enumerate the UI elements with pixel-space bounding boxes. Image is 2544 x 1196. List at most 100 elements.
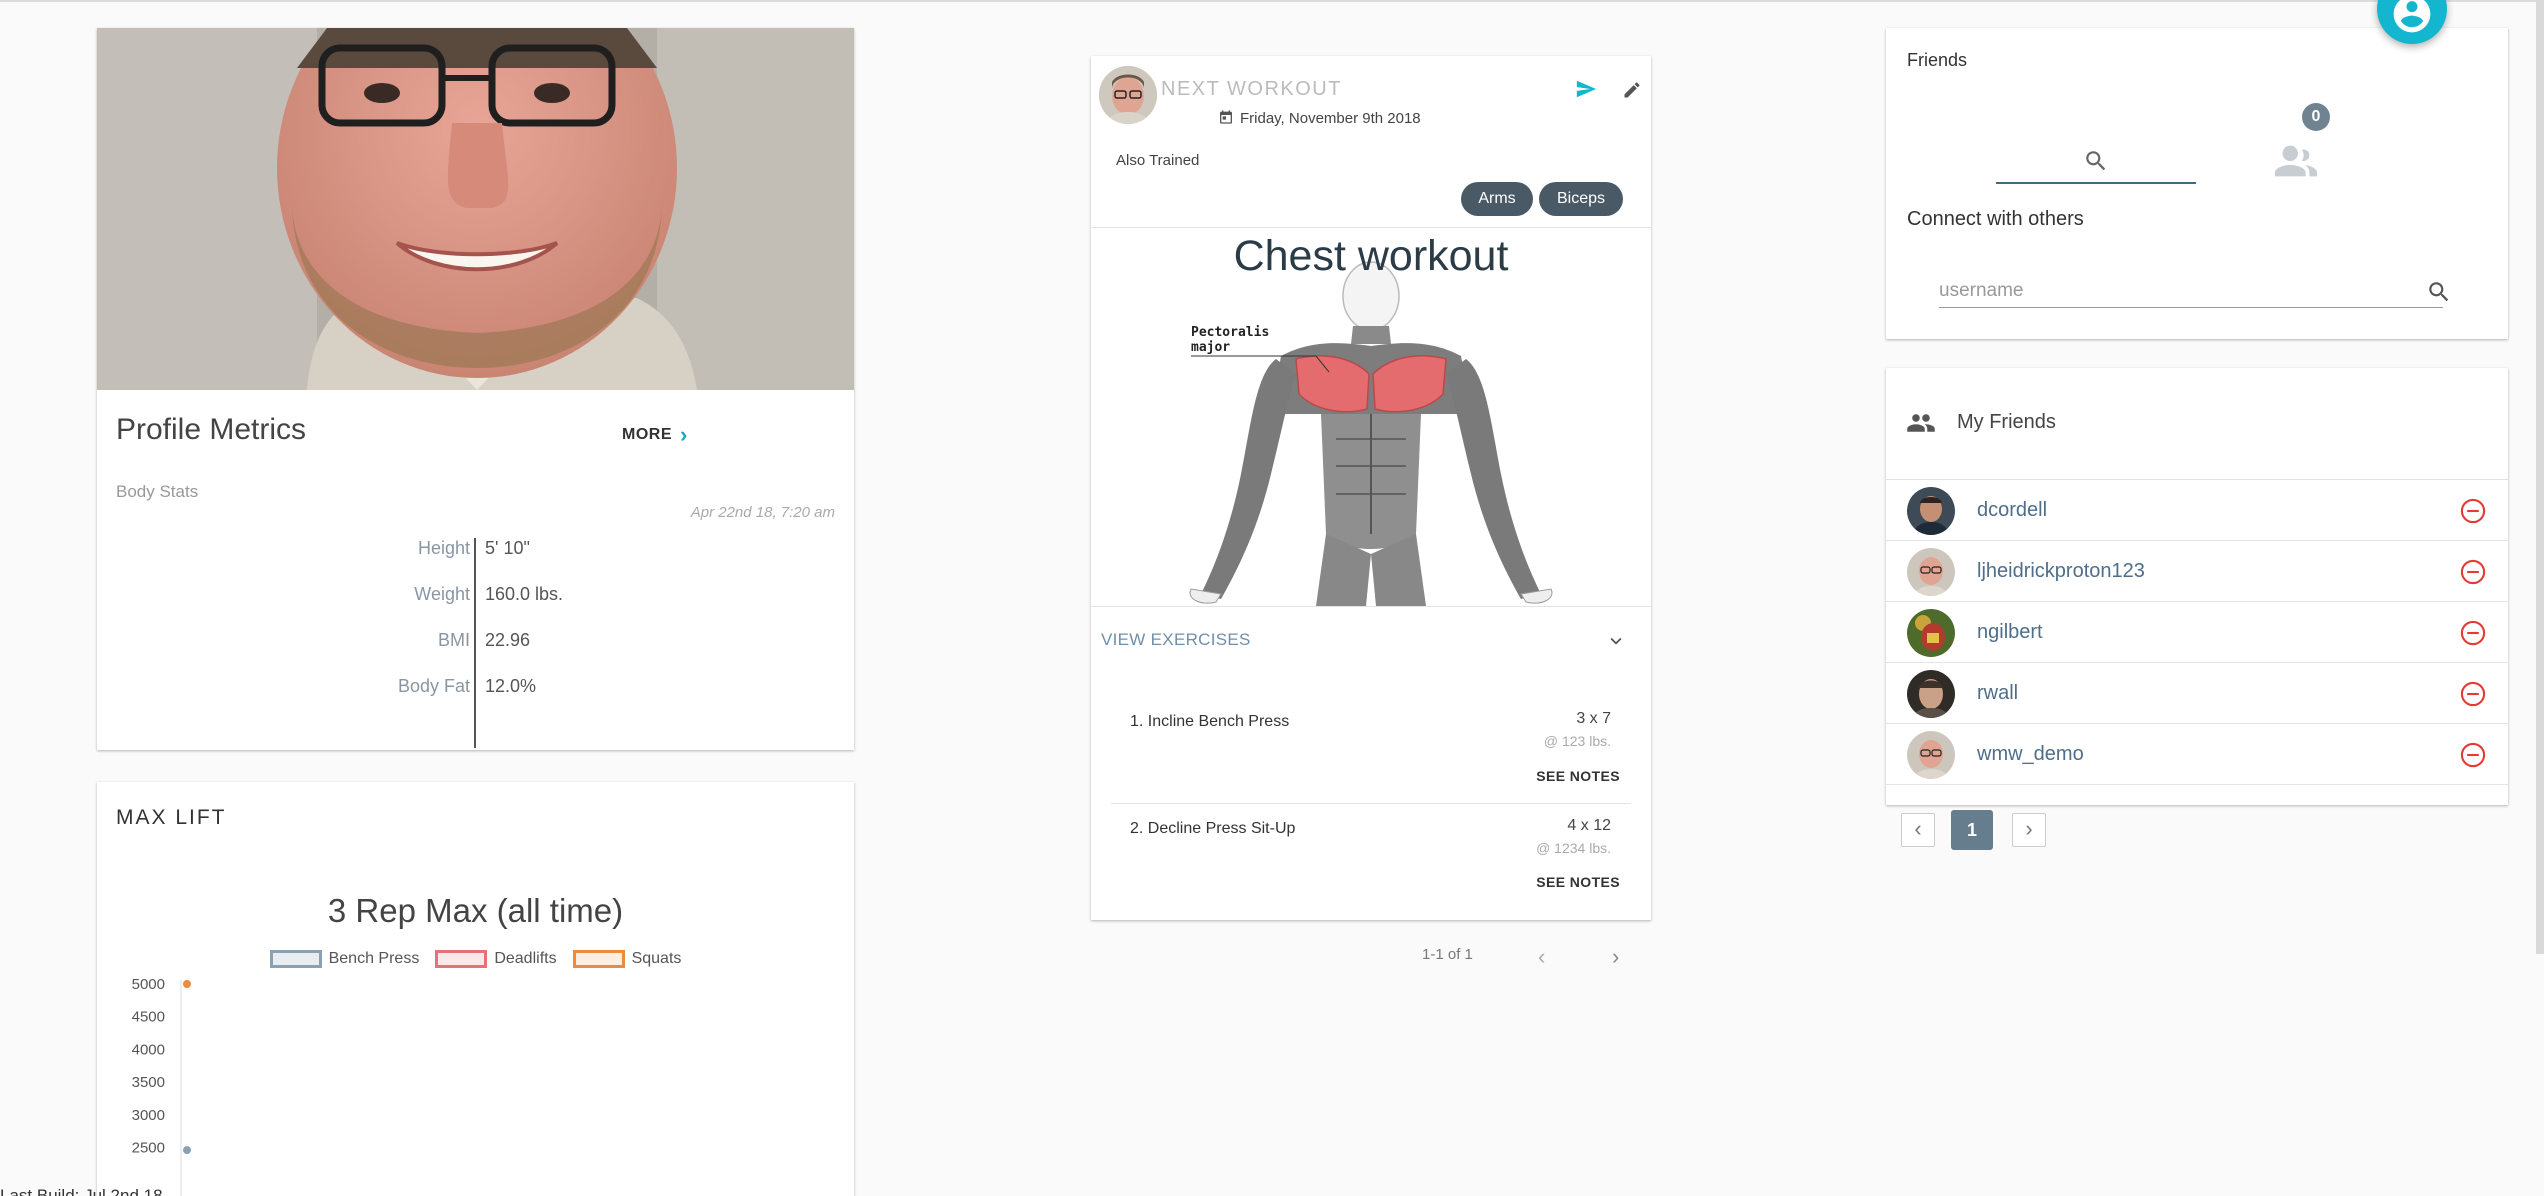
chart-y-tick-label: 4500 xyxy=(132,1009,165,1026)
workout-date: Friday, November 9th 2018 xyxy=(1240,110,1421,127)
friend-avatar xyxy=(1907,731,1955,779)
profile-card: Profile Metrics MORE › Body Stats Apr 22… xyxy=(97,28,854,750)
friend-name[interactable]: ngilbert xyxy=(1977,621,2043,644)
page-scrollbar[interactable] xyxy=(2536,0,2544,954)
more-button[interactable]: MORE › xyxy=(622,422,688,447)
workout-pager: 1-1 of 1 ‹ › xyxy=(1091,944,1651,970)
see-notes-button-1[interactable]: SEE NOTES xyxy=(1536,768,1620,784)
chart-title: 3 Rep Max (all time) xyxy=(327,892,624,929)
remove-circle-icon[interactable] xyxy=(2459,497,2487,525)
legend-label-deadlifts: Deadlifts xyxy=(494,950,557,967)
friend-avatar xyxy=(1907,670,1955,718)
remove-circle-icon[interactable] xyxy=(2459,558,2487,586)
stats-divider xyxy=(474,538,476,748)
friends-page-1-button[interactable]: 1 xyxy=(1951,810,1993,850)
workout-prev-button[interactable]: ‹ xyxy=(1538,944,1545,970)
stat-value-weight: 160.0 lbs. xyxy=(485,584,564,604)
friends-next-page-button[interactable]: › xyxy=(2012,813,2046,847)
friend-name[interactable]: dcordell xyxy=(1977,499,2047,522)
tab-search[interactable] xyxy=(1996,118,2196,182)
also-trained-label: Also Trained xyxy=(1116,152,1200,169)
legend-label-bench-press: Bench Press xyxy=(328,950,420,967)
chart-y-tick-label: 4000 xyxy=(132,1041,165,1058)
legend-item-deadlifts[interactable]: Deadlifts xyxy=(435,950,557,968)
stat-label-weight: Weight xyxy=(414,584,470,604)
tab-active-indicator xyxy=(1996,182,2196,184)
footer-text: Last Build: Jul 2nd 18 xyxy=(0,1186,163,1196)
legend-label-squats: Squats xyxy=(631,950,682,967)
friends-prev-page-button[interactable]: ‹ xyxy=(1901,813,1935,847)
max-lift-chart: 5000 4500 4000 3500 3000 2500 xyxy=(132,976,191,1196)
chip-biceps[interactable]: Biceps xyxy=(1539,182,1623,216)
friends-title: Friends xyxy=(1907,50,1968,70)
chart-legend: Bench Press Deadlifts Squats xyxy=(97,950,854,968)
workout-next-button[interactable]: › xyxy=(1612,944,1619,970)
exercise-weight-2: @ 1234 lbs. xyxy=(1536,840,1611,856)
exercise-sets-1: 3 x 7 xyxy=(1576,710,1611,727)
exercise-name-2: 2. Decline Press Sit-Up xyxy=(1130,820,1296,837)
profile-metrics-title: Profile Metrics xyxy=(116,413,307,446)
friend-requests-badge: 0 xyxy=(2302,103,2330,131)
chart-y-tick-label: 2500 xyxy=(132,1139,165,1156)
stat-label-height: Height xyxy=(417,538,470,558)
stat-value-height: 5' 10" xyxy=(485,538,530,558)
legend-swatch-deadlifts xyxy=(435,950,488,968)
remove-circle-icon[interactable] xyxy=(2459,741,2487,769)
view-exercises-toggle[interactable]: VIEW EXERCISES xyxy=(1101,630,1251,650)
chest-anatomy-image: Pectoralis major xyxy=(1091,234,1651,606)
legend-item-bench-press[interactable]: Bench Press xyxy=(269,950,420,968)
friend-name[interactable]: rwall xyxy=(1977,682,2018,705)
profile-photo xyxy=(97,28,854,390)
send-icon[interactable] xyxy=(1575,78,1597,100)
legend-swatch-squats xyxy=(572,950,625,968)
chevron-down-icon[interactable] xyxy=(1605,630,1627,652)
search-icon xyxy=(2086,151,2106,171)
friend-name[interactable]: ljheidrickproton123 xyxy=(1977,560,2145,583)
friend-avatar xyxy=(1907,548,1955,596)
chip-arms[interactable]: Arms xyxy=(1461,182,1533,216)
my-friends-title: My Friends xyxy=(1957,411,2056,433)
anatomy-label-line1: Pectoralis xyxy=(1191,325,1269,340)
friend-row: rwall xyxy=(1886,663,2508,724)
stats-date: Apr 22nd 18, 7:20 am xyxy=(690,504,835,521)
remove-circle-icon[interactable] xyxy=(2459,619,2487,647)
people-icon xyxy=(1907,414,1935,432)
chart-y-tick-label: 3000 xyxy=(132,1107,165,1124)
remove-circle-icon[interactable] xyxy=(2459,680,2487,708)
friend-name[interactable]: wmw_demo xyxy=(1977,743,2084,766)
legend-item-squats[interactable]: Squats xyxy=(572,950,682,968)
exercise-sets-2: 4 x 12 xyxy=(1567,817,1611,834)
friend-avatar xyxy=(1907,487,1955,535)
friend-row: ljheidrickproton123 xyxy=(1886,541,2508,602)
anatomy-label-line2: major xyxy=(1191,340,1230,355)
more-button-label: MORE xyxy=(622,426,672,443)
workout-pager-text: 1-1 of 1 xyxy=(1422,946,1473,963)
friends-card: Friends 0 Connect with others xyxy=(1886,28,2508,339)
exercise-weight-1: @ 123 lbs. xyxy=(1543,733,1611,749)
chart-point-squats xyxy=(183,980,191,988)
max-lift-title: MAX LIFT xyxy=(116,806,227,829)
stat-value-bmi: 22.96 xyxy=(485,630,531,650)
chevron-right-icon: › xyxy=(680,422,688,447)
stat-label-body-fat: Body Fat xyxy=(397,676,470,696)
see-notes-button-2[interactable]: SEE NOTES xyxy=(1536,874,1620,890)
exercise-name-1: 1. Incline Bench Press xyxy=(1130,713,1290,730)
next-workout-title: NEXT WORKOUT xyxy=(1161,78,1342,100)
divider xyxy=(1091,227,1651,228)
tab-friend-requests[interactable] xyxy=(2196,118,2396,182)
stat-value-body-fat: 12.0% xyxy=(485,676,537,696)
username-search-input[interactable] xyxy=(1939,274,2443,308)
chart-y-tick-label: 5000 xyxy=(132,976,165,993)
edit-icon[interactable] xyxy=(1622,80,1642,100)
max-lift-card: MAX LIFT 3 Rep Max (all time) Bench Pres… xyxy=(97,782,854,1196)
connect-label: Connect with others xyxy=(1907,208,2084,230)
friend-avatar xyxy=(1907,609,1955,657)
friend-row: dcordell xyxy=(1886,480,2508,541)
chest-workout-title: Chest workout xyxy=(1233,232,1509,280)
friend-row: wmw_demo xyxy=(1886,724,2508,785)
divider xyxy=(1111,803,1631,804)
top-border xyxy=(0,0,2544,2)
chart-y-tick-label: 3500 xyxy=(132,1074,165,1091)
search-icon[interactable] xyxy=(2426,279,2452,305)
friend-row: ngilbert xyxy=(1886,602,2508,663)
